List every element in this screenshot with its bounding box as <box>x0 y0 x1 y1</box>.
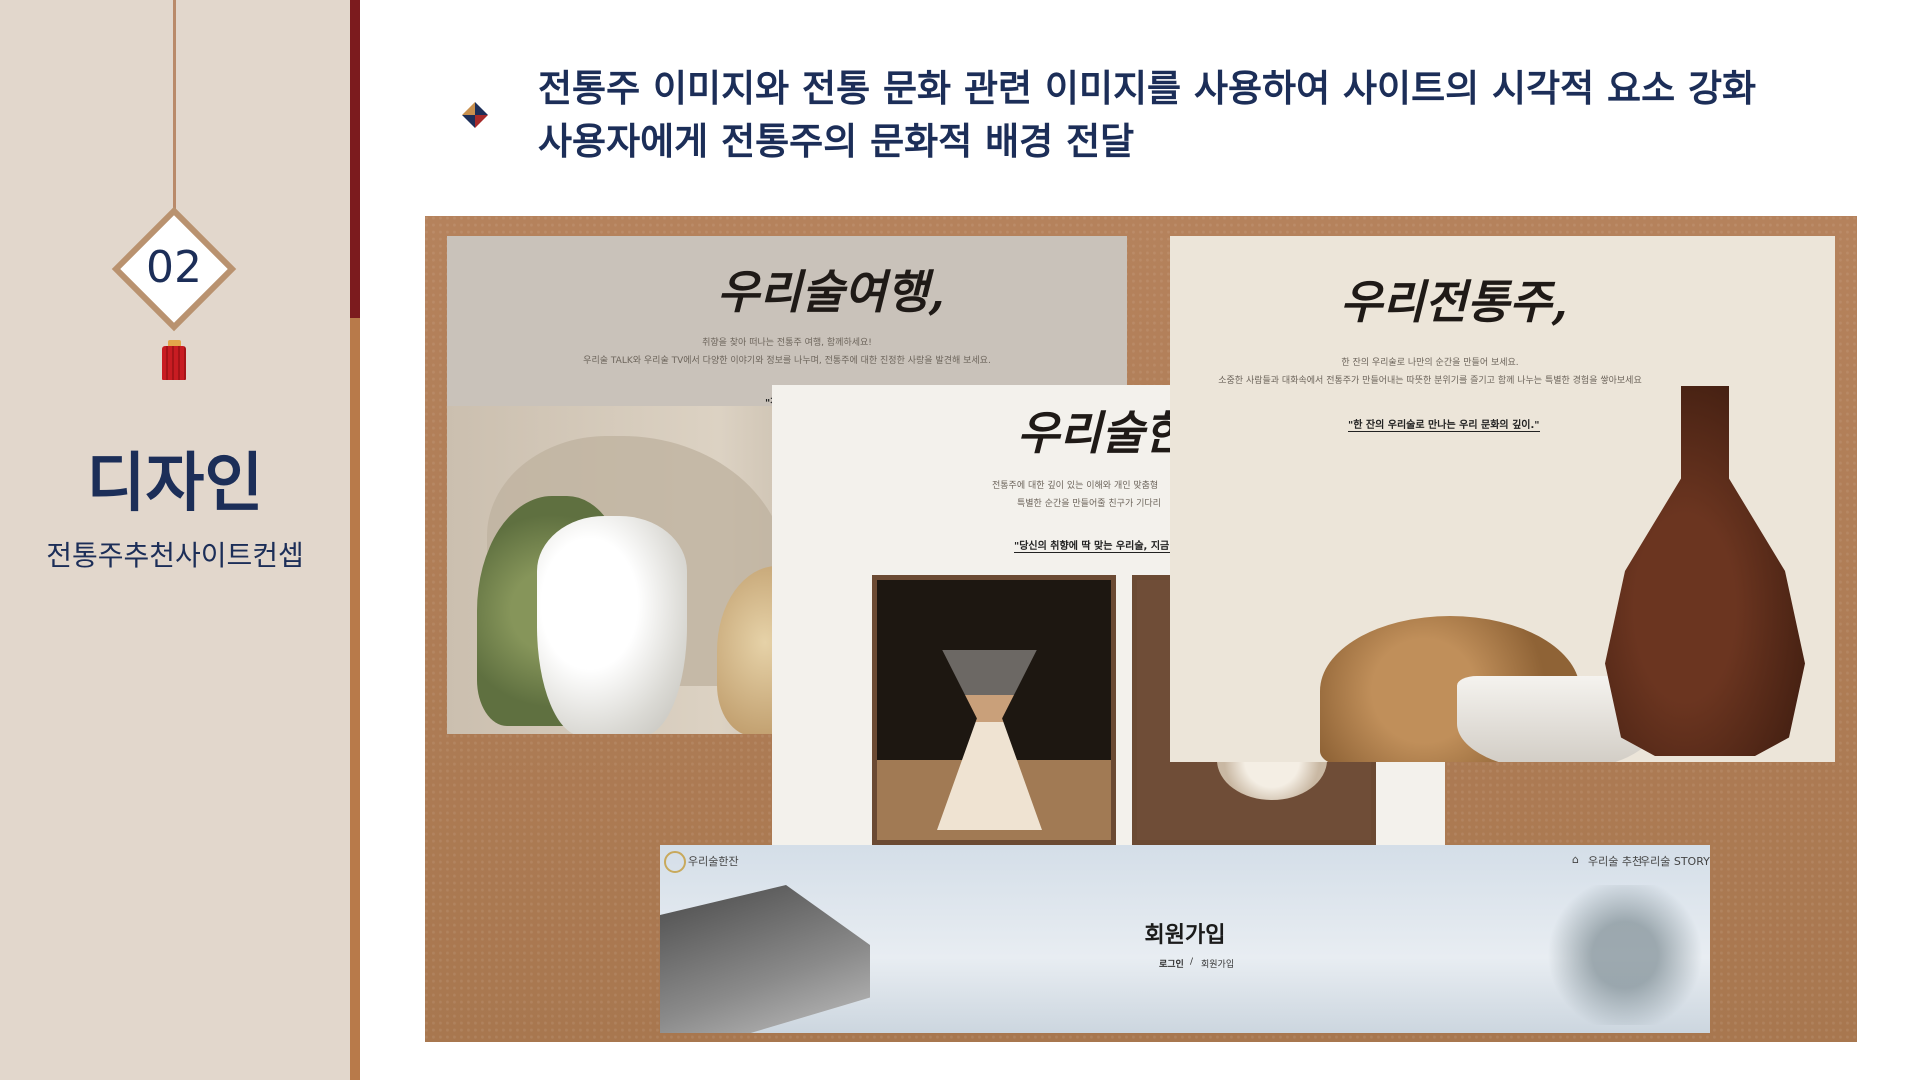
white-vase <box>537 516 687 734</box>
hanjan-desc-2: 특별한 순간을 만들어줄 친구가 기다리 <box>1017 499 1161 509</box>
brand-logo-icon <box>664 851 686 873</box>
headline: 전통주 이미지와 전통 문화 관련 이미지를 사용하여 사이트의 시각적 요소 … <box>538 62 1878 168</box>
accent-bar-copper <box>350 318 360 1080</box>
headline-line-1: 전통주 이미지와 전통 문화 관련 이미지를 사용하여 사이트의 시각적 요소 … <box>538 67 1757 110</box>
breadcrumb-separator: / <box>1190 957 1194 967</box>
section-title: 디자인 <box>86 447 264 521</box>
brown-bottle <box>1605 386 1805 756</box>
tree-blossom <box>1540 885 1710 1025</box>
photo-frame-chemex <box>872 575 1116 845</box>
design-collage: 우리술여행, 취향을 찾아 떠나는 전통주 여행, 함께하세요! 우리술 TAL… <box>425 216 1857 1042</box>
accent-bar-red <box>350 0 360 318</box>
travel-desc-1: 취향을 찾아 떠나는 전통주 여행, 함께하세요! <box>702 338 872 348</box>
traditional-desc-1: 한 잔의 우리술로 나만의 순간을 만들어 보세요. <box>1341 358 1519 368</box>
brand-name: 우리술한잔 <box>688 855 739 868</box>
section-subtitle: 전통주추천사이트컨셉 <box>46 539 304 572</box>
tassel-icon <box>162 346 186 380</box>
hanjan-desc-1: 전통주에 대한 깊이 있는 이해와 개인 맞춤형 <box>992 481 1159 491</box>
hanging-string <box>173 0 176 212</box>
section-number: 02 <box>146 242 202 293</box>
traditional-title: 우리전통주, <box>1340 275 1568 329</box>
traditional-desc-2: 소중한 사람들과 대화속에서 전통주가 만들어내는 따뜻한 분위기를 즐기고 함… <box>1218 376 1642 386</box>
travel-desc-2: 우리술 TALK와 우리술 TV에서 다양한 이야기와 정보를 나누며, 전통주… <box>583 356 991 366</box>
screenshot-signup-page: 우리술한잔 ⌂ 우리술 추천 우리술 STORY 회원가입 로그인 / 회원가입 <box>660 845 1710 1033</box>
chemex-pitcher <box>937 650 1042 830</box>
breadcrumb-login: 로그인 <box>1159 960 1184 970</box>
screenshot-traditional-page: 우리전통주, 한 잔의 우리술로 나만의 순간을 만들어 보세요. 소중한 사람… <box>1170 236 1835 762</box>
hanjan-quote: "당신의 취향에 딱 맞는 우리술, 지금 발 <box>1014 537 1182 553</box>
diamond-bullet-icon <box>462 102 488 128</box>
home-icon: ⌂ <box>1572 853 1579 866</box>
signup-title: 회원가입 <box>1144 923 1226 948</box>
headline-line-2: 사용자에게 전통주의 문화적 배경 전달 <box>538 120 1135 163</box>
breadcrumb-current: 회원가입 <box>1201 960 1235 970</box>
traditional-quote: "한 잔의 우리술로 만나는 우리 문화의 깊이." <box>1348 416 1540 432</box>
hanok-roof <box>660 885 870 1033</box>
sidebar-panel: 02 디자인 전통주추천사이트컨셉 <box>0 0 350 1080</box>
nav-recommend: 우리술 추천 <box>1588 855 1643 868</box>
travel-title: 우리술여행, <box>717 265 945 319</box>
nav-story: 우리술 STORY <box>1640 855 1710 868</box>
